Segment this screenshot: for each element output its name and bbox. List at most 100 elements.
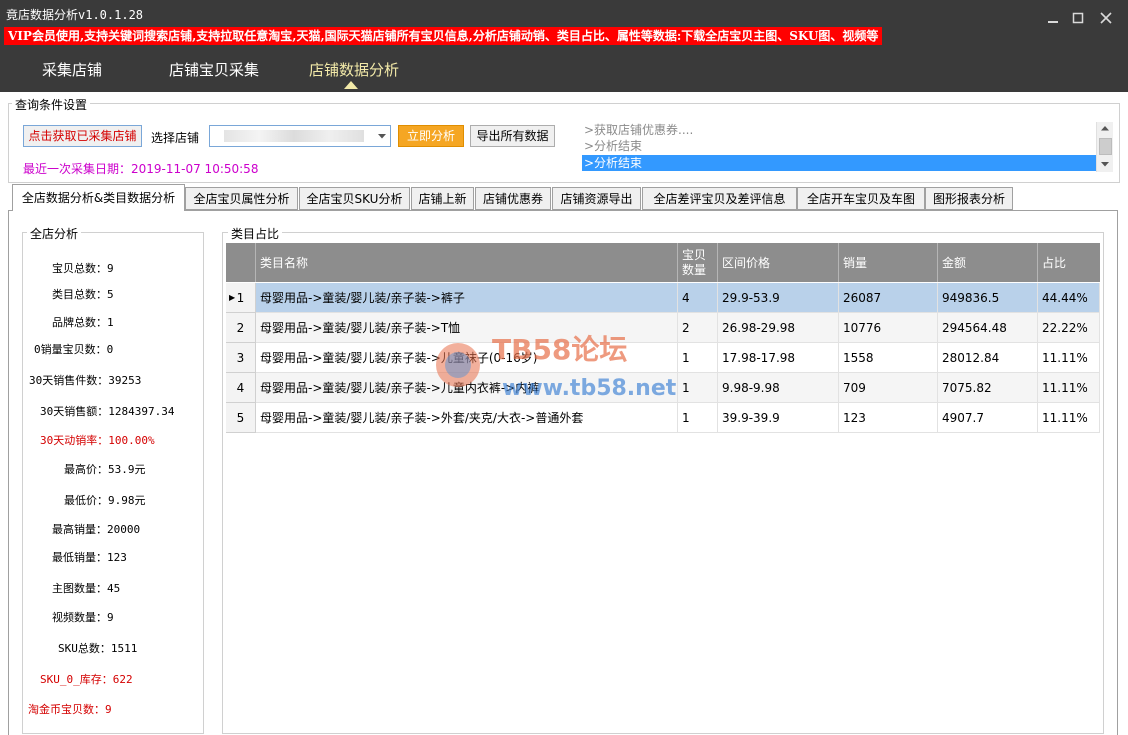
cell-sales[interactable]: 10776 bbox=[839, 313, 938, 343]
table-row[interactable]: 3 母婴用品->童装/婴儿装/亲子装->儿童袜子(0-16岁) 1 17.98-17.… bbox=[226, 343, 1100, 373]
row-number: 1 bbox=[236, 291, 245, 305]
column-header-category[interactable]: 类目名称 bbox=[256, 243, 678, 282]
row-number: 5 bbox=[236, 411, 245, 425]
cell-amount[interactable]: 7075.82 bbox=[938, 373, 1038, 403]
column-header-price-range[interactable]: 区间价格 bbox=[718, 243, 839, 282]
stat-30d-sales-amount: 30天销售额：1284397.34 bbox=[40, 405, 175, 418]
app-title: 竟店数据分析v1.0.1.28 bbox=[6, 8, 144, 22]
nav-tab-item-collect[interactable]: 店铺宝贝采集 bbox=[169, 59, 259, 80]
cell-percentage[interactable]: 11.11% bbox=[1038, 343, 1100, 373]
row-number: 4 bbox=[236, 381, 245, 395]
cell-category[interactable]: 母婴用品->童装/婴儿装/亲子装->裤子 bbox=[256, 283, 678, 313]
cell-amount[interactable]: 4907.7 bbox=[938, 403, 1038, 433]
cell-sales[interactable]: 709 bbox=[839, 373, 938, 403]
scroll-down-icon[interactable] bbox=[1101, 162, 1109, 167]
cell-item-count[interactable]: 1 bbox=[678, 343, 718, 373]
cell-price-range[interactable]: 29.9-53.9 bbox=[718, 283, 839, 313]
category-group-title: 类目占比 bbox=[228, 225, 283, 242]
row-header[interactable]: ▶ 1 bbox=[226, 283, 256, 313]
stat-min-price: 最低价：9.98元 bbox=[64, 494, 146, 507]
cell-price-range[interactable]: 39.9-39.9 bbox=[718, 403, 839, 433]
vip-banner: VIP会员使用,支持关键词搜索店铺,支持拉取任意淘宝,天猫,国际天猫店铺所有宝贝… bbox=[4, 27, 883, 45]
column-header-sales[interactable]: 销量 bbox=[839, 243, 938, 282]
minimize-icon[interactable] bbox=[1043, 8, 1063, 28]
cell-price-range[interactable]: 17.98-17.98 bbox=[718, 343, 839, 373]
cell-item-count[interactable]: 1 bbox=[678, 403, 718, 433]
subtab-chart-reports[interactable]: 图形报表分析 bbox=[925, 187, 1013, 210]
cell-amount[interactable]: 28012.84 bbox=[938, 343, 1038, 373]
column-header-item-count[interactable]: 宝贝 数量 bbox=[678, 243, 718, 282]
subtab-overall-category[interactable]: 全店数据分析&类目数据分析 bbox=[12, 184, 185, 211]
stat-total-items: 宝贝总数：9 bbox=[52, 262, 114, 275]
cell-category[interactable]: 母婴用品->童装/婴儿装/亲子装->T恤 bbox=[256, 313, 678, 343]
log-scrollbar[interactable] bbox=[1096, 122, 1113, 172]
table-row[interactable]: 5 母婴用品->童装/婴儿装/亲子装->外套/夹克/大衣->普通外套 1 39.9-3… bbox=[226, 403, 1100, 433]
cell-item-count[interactable]: 4 bbox=[678, 283, 718, 313]
row-header[interactable]: 4 bbox=[226, 373, 256, 403]
cell-item-count[interactable]: 1 bbox=[678, 373, 718, 403]
cell-sales[interactable]: 123 bbox=[839, 403, 938, 433]
store-select[interactable] bbox=[209, 125, 391, 147]
row-header[interactable]: 3 bbox=[226, 343, 256, 373]
maximize-icon[interactable] bbox=[1068, 8, 1088, 28]
subtab-sku-analysis[interactable]: 全店宝贝SKU分析 bbox=[299, 187, 410, 210]
subtab-negative-reviews[interactable]: 全店差评宝贝及差评信息 bbox=[642, 187, 797, 210]
summary-group bbox=[22, 232, 204, 734]
stat-main-images: 主图数量：45 bbox=[52, 582, 121, 595]
subtab-coupons[interactable]: 店铺优惠券 bbox=[475, 187, 551, 210]
stat-max-price: 最高价：53.9元 bbox=[64, 463, 146, 476]
cell-price-range[interactable]: 9.98-9.98 bbox=[718, 373, 839, 403]
store-label: 选择店铺 bbox=[151, 131, 200, 145]
row-header[interactable]: 2 bbox=[226, 313, 256, 343]
last-collect-date: 最近一次采集日期：2019-11-07 10:50:58 bbox=[23, 162, 259, 176]
cell-category[interactable]: 母婴用品->童装/婴儿装/亲子装->儿童内衣裤->内裤 bbox=[256, 373, 678, 403]
subtab-attribute-analysis[interactable]: 全店宝贝属性分析 bbox=[185, 187, 298, 210]
active-tab-indicator bbox=[344, 81, 358, 89]
table-row[interactable]: 4 母婴用品->童装/婴儿装/亲子装->儿童内衣裤->内裤 1 9.98-9.98 70… bbox=[226, 373, 1100, 403]
nav-tab-data-analysis[interactable]: 店铺数据分析 bbox=[309, 59, 399, 80]
chevron-down-icon[interactable] bbox=[378, 134, 386, 139]
scroll-up-icon[interactable] bbox=[1101, 126, 1109, 131]
close-icon[interactable] bbox=[1096, 8, 1116, 28]
export-all-button[interactable]: 导出所有数据 bbox=[470, 125, 555, 147]
cell-percentage[interactable]: 44.44% bbox=[1038, 283, 1100, 313]
stat-video-count: 视频数量：9 bbox=[52, 611, 114, 624]
cell-category[interactable]: 母婴用品->童装/婴儿装/亲子装->儿童袜子(0-16岁) bbox=[256, 343, 678, 373]
table-corner-header bbox=[226, 243, 256, 282]
table-row[interactable]: ▶ 1 母婴用品->童装/婴儿装/亲子装->裤子 4 29.9-53.9 26087 949… bbox=[226, 283, 1100, 313]
cell-category[interactable]: 母婴用品->童装/婴儿装/亲子装->外套/夹克/大衣->普通外套 bbox=[256, 403, 678, 433]
table-row[interactable]: 2 母婴用品->童装/婴儿装/亲子装->T恤 2 26.98-29.98 10776 29… bbox=[226, 313, 1100, 343]
query-group-title: 查询条件设置 bbox=[12, 96, 91, 113]
cell-amount[interactable]: 949836.5 bbox=[938, 283, 1038, 313]
summary-group-title: 全店分析 bbox=[27, 225, 82, 242]
cell-price-range[interactable]: 26.98-29.98 bbox=[718, 313, 839, 343]
subtab-new-items[interactable]: 店铺上新 bbox=[411, 187, 474, 210]
cell-percentage[interactable]: 11.11% bbox=[1038, 403, 1100, 433]
stat-zero-sales-items: 0销量宝贝数：0 bbox=[34, 343, 114, 356]
log-list[interactable]: >获取店铺优惠券.... >分析结束 >分析结束 bbox=[582, 122, 1112, 172]
current-row-icon: ▶ bbox=[229, 293, 236, 302]
scroll-thumb[interactable] bbox=[1099, 138, 1112, 155]
stat-total-brands: 品牌总数：1 bbox=[52, 316, 114, 329]
stat-sku0-stock: SKU_0_库存：622 bbox=[40, 673, 133, 686]
stat-30d-sales-count: 30天销售件数：39253 bbox=[29, 374, 142, 387]
stat-taojinbi-items: 淘金币宝贝数：9 bbox=[28, 703, 112, 716]
row-number: 2 bbox=[236, 321, 245, 335]
nav-tab-collect-store[interactable]: 采集店铺 bbox=[42, 59, 102, 80]
column-header-amount[interactable]: 金额 bbox=[938, 243, 1038, 282]
fetch-collected-stores-button[interactable]: 点击获取已采集店铺 bbox=[23, 125, 142, 147]
cell-percentage[interactable]: 11.11% bbox=[1038, 373, 1100, 403]
row-number: 3 bbox=[236, 351, 245, 365]
column-header-percentage[interactable]: 占比 bbox=[1038, 243, 1100, 282]
subtab-resource-export[interactable]: 店铺资源导出 bbox=[552, 187, 641, 210]
log-item: >获取店铺优惠券.... bbox=[584, 123, 694, 137]
cell-sales[interactable]: 1558 bbox=[839, 343, 938, 373]
analyze-now-button[interactable]: 立即分析 bbox=[398, 125, 464, 147]
cell-item-count[interactable]: 2 bbox=[678, 313, 718, 343]
stat-total-categories: 类目总数：5 bbox=[52, 288, 114, 301]
row-header[interactable]: 5 bbox=[226, 403, 256, 433]
subtab-promoted-items[interactable]: 全店开车宝贝及车图 bbox=[797, 187, 925, 210]
cell-amount[interactable]: 294564.48 bbox=[938, 313, 1038, 343]
cell-sales[interactable]: 26087 bbox=[839, 283, 938, 313]
cell-percentage[interactable]: 22.22% bbox=[1038, 313, 1100, 343]
